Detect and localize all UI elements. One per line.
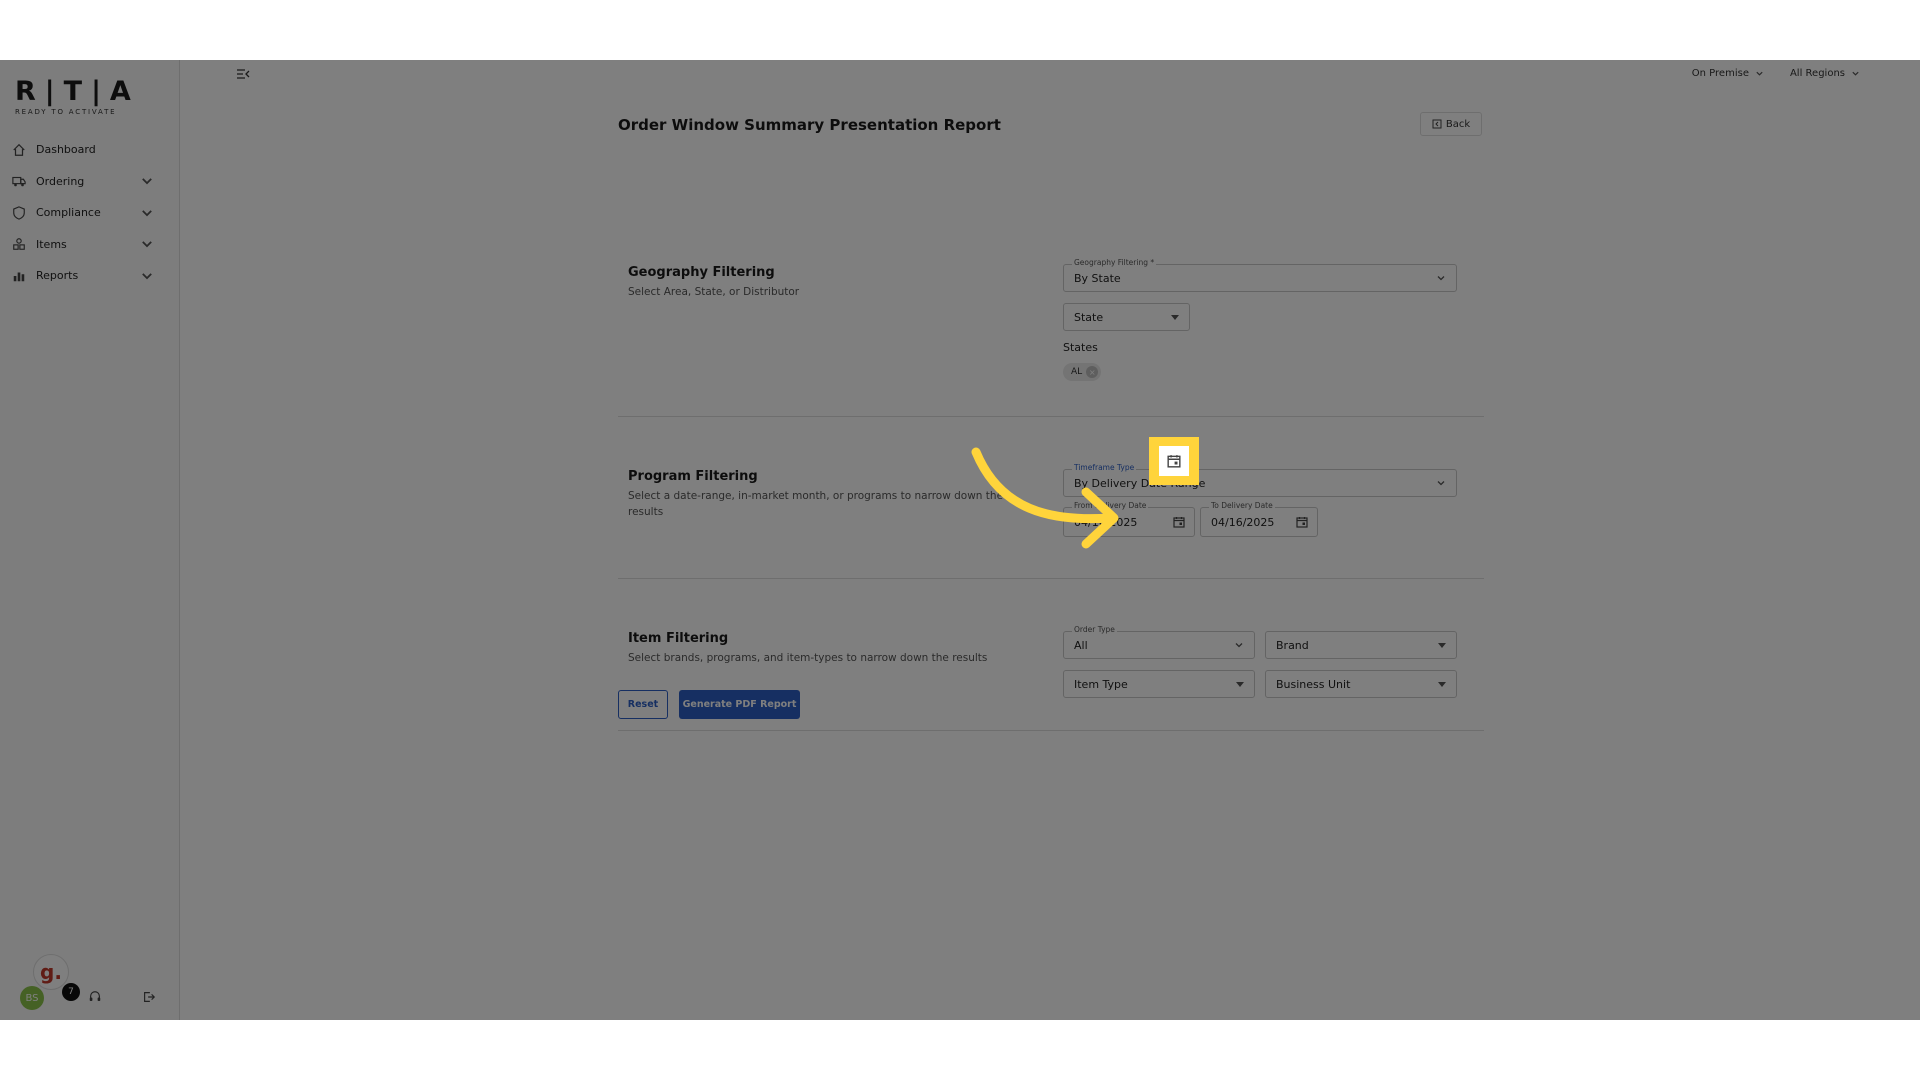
item-type-select[interactable]: Item Type bbox=[1063, 670, 1255, 698]
truck-icon bbox=[12, 177, 26, 187]
states-label: States bbox=[1063, 341, 1098, 354]
generate-pdf-button[interactable]: Generate PDF Report bbox=[679, 690, 800, 719]
back-icon bbox=[1432, 119, 1442, 129]
geography-filter-label: Geography Filtering * bbox=[1072, 258, 1157, 267]
order-type-select[interactable]: Order Type All bbox=[1063, 625, 1255, 659]
caret-down-icon bbox=[1438, 681, 1446, 687]
chevron-down-icon bbox=[142, 241, 152, 248]
chevron-down-icon bbox=[142, 178, 152, 185]
calendar-button[interactable] bbox=[1293, 513, 1311, 531]
chevron-down-icon bbox=[1437, 276, 1445, 281]
item-description: Select brands, programs, and item-types … bbox=[628, 652, 988, 664]
business-unit-select[interactable]: Business Unit bbox=[1265, 670, 1457, 698]
to-date-label: To Delivery Date bbox=[1209, 501, 1275, 510]
calendar-icon bbox=[1296, 517, 1308, 528]
highlight-box bbox=[1149, 437, 1199, 485]
order-type-label: Order Type bbox=[1072, 625, 1117, 634]
chip-remove-icon[interactable]: × bbox=[1086, 366, 1099, 378]
chevron-down-icon bbox=[1235, 643, 1243, 648]
item-title: Item Filtering bbox=[628, 631, 729, 646]
business-unit-placeholder: Business Unit bbox=[1276, 677, 1351, 691]
to-date-value: 04/16/2025 bbox=[1211, 515, 1275, 529]
sidebar-nav: Dashboard Ordering Compliance Items Repo… bbox=[0, 134, 180, 292]
shield-icon bbox=[13, 206, 25, 220]
to-delivery-date-input[interactable]: To Delivery Date 04/16/2025 bbox=[1200, 501, 1318, 537]
menu-collapse-icon[interactable] bbox=[236, 68, 250, 80]
state-chip: AL × bbox=[1063, 363, 1102, 381]
sidebar-item-label: Dashboard bbox=[36, 143, 96, 157]
geography-description: Select Area, State, or Distributor bbox=[628, 286, 800, 298]
logo-text: R|T|A bbox=[15, 76, 140, 107]
program-description: Select a date-range, in-market month, or… bbox=[628, 490, 1004, 518]
sidebar-item-label: Ordering bbox=[36, 174, 85, 188]
headset-icon[interactable] bbox=[88, 990, 102, 1004]
caret-down-icon bbox=[1438, 642, 1446, 648]
state-level-value: State bbox=[1074, 310, 1104, 324]
logout-icon[interactable] bbox=[142, 990, 156, 1004]
geography-title: Geography Filtering bbox=[628, 265, 775, 280]
item-type-placeholder: Item Type bbox=[1074, 677, 1128, 691]
geography-section: Geography Filtering Select Area, State, … bbox=[618, 180, 1484, 417]
order-type-value: All bbox=[1074, 638, 1088, 652]
sidebar-item-items[interactable]: Items bbox=[0, 229, 180, 261]
chevron-down-icon bbox=[142, 210, 152, 217]
avatar[interactable]: BS bbox=[20, 986, 44, 1010]
bar-chart-icon bbox=[13, 272, 25, 281]
caret-down-icon bbox=[1171, 314, 1179, 320]
back-button[interactable]: Back bbox=[1420, 112, 1482, 136]
chevron-down-icon bbox=[1437, 481, 1445, 486]
calendar-button[interactable] bbox=[1170, 513, 1188, 531]
sidebar-item-compliance[interactable]: Compliance bbox=[0, 197, 180, 229]
region-label: All Regions bbox=[1789, 68, 1845, 79]
region-dropdown[interactable]: All Regions bbox=[1790, 68, 1860, 79]
home-icon bbox=[13, 143, 25, 156]
topbar-right: On Premise All Regions bbox=[1692, 68, 1860, 79]
logo: R|T|A READY TO ACTIVATE bbox=[15, 76, 140, 116]
sidebar-item-label: Compliance bbox=[36, 206, 101, 220]
sidebar-item-dashboard[interactable]: Dashboard bbox=[0, 134, 180, 166]
reset-button[interactable]: Reset bbox=[618, 690, 668, 719]
highlighted-calendar-button[interactable] bbox=[1159, 446, 1189, 476]
items-icon bbox=[13, 238, 25, 251]
page-title: Order Window Summary Presentation Report bbox=[618, 116, 1001, 134]
g-logo-badge[interactable]: g. bbox=[33, 954, 69, 990]
sidebar-item-reports[interactable]: Reports bbox=[0, 260, 180, 292]
sidebar-item-ordering[interactable]: Ordering bbox=[0, 166, 180, 198]
chevron-down-icon bbox=[1852, 71, 1859, 76]
deployment-label: On Premise bbox=[1691, 68, 1749, 79]
chevron-down-icon bbox=[142, 273, 152, 280]
app-frame: R|T|A READY TO ACTIVATE Dashboard Orderi… bbox=[0, 60, 1920, 1020]
sidebar: R|T|A READY TO ACTIVATE Dashboard Orderi… bbox=[0, 60, 180, 1020]
geography-filter-value: By State bbox=[1074, 271, 1121, 285]
logo-tagline: READY TO ACTIVATE bbox=[15, 108, 117, 116]
calendar-icon bbox=[1173, 517, 1185, 528]
sidebar-item-label: Reports bbox=[36, 269, 79, 283]
chevron-down-icon bbox=[1756, 71, 1763, 76]
pointer-arrow-icon bbox=[971, 447, 1119, 549]
brand-placeholder: Brand bbox=[1276, 638, 1309, 652]
sidebar-footer: g. BS 7 bbox=[0, 950, 180, 1020]
state-level-select[interactable]: State bbox=[1063, 303, 1190, 331]
deployment-dropdown[interactable]: On Premise bbox=[1692, 68, 1764, 79]
program-title: Program Filtering bbox=[628, 469, 758, 484]
back-label: Back bbox=[1445, 118, 1471, 130]
brand-select[interactable]: Brand bbox=[1265, 631, 1457, 659]
state-chip-label: AL bbox=[1071, 367, 1083, 377]
calendar-icon bbox=[1167, 455, 1181, 468]
notification-badge[interactable]: 7 bbox=[62, 983, 80, 1001]
caret-down-icon bbox=[1236, 681, 1244, 687]
sidebar-item-label: Items bbox=[36, 237, 67, 251]
geography-filter-select[interactable]: Geography Filtering * By State bbox=[1063, 258, 1457, 292]
